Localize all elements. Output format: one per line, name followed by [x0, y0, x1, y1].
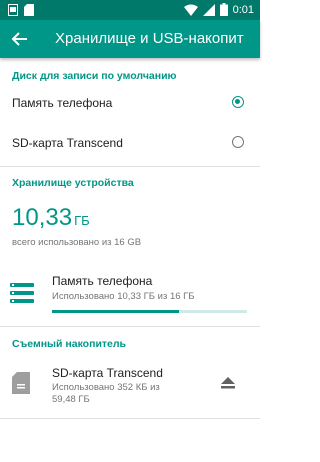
storage-icon	[10, 283, 34, 303]
sd-card-subtitle-line2: 59,48 ГБ	[52, 394, 90, 405]
sd-card-icon	[12, 372, 30, 394]
used-total: 10,33 ГБ	[12, 204, 90, 232]
default-disk-header: Диск для записи по умолчанию	[12, 70, 177, 82]
option-sd-card[interactable]: SD-карта Transcend	[0, 128, 260, 156]
eject-icon[interactable]	[221, 377, 235, 389]
storage-progress-fill	[52, 310, 179, 313]
storage-progress-bar	[52, 310, 247, 313]
option-phone-memory-label: Память телефона	[12, 96, 113, 110]
signal-icon	[202, 3, 215, 16]
divider	[0, 326, 260, 327]
app-toolbar: Хранилище и USB-накопит	[0, 20, 260, 58]
divider	[0, 166, 260, 167]
phone-memory-subtitle: Использовано 10,33 ГБ из 16 ГБ	[52, 291, 195, 302]
radio-sd-card[interactable]	[232, 136, 244, 148]
arrow-back-icon[interactable]	[10, 29, 30, 49]
sd-card-subtitle-line1: Использовано 352 КБ из	[52, 382, 160, 393]
radio-phone-memory[interactable]	[232, 96, 244, 108]
used-caption: всего использовано из 16 GB	[12, 237, 142, 248]
battery-icon	[219, 3, 228, 16]
removable-header: Съемный накопитель	[12, 338, 127, 350]
page-title: Хранилище и USB-накопит	[55, 30, 244, 47]
device-storage-header: Хранилище устройства	[12, 177, 134, 189]
screenshot-icon	[8, 4, 18, 16]
used-unit: ГБ	[74, 213, 90, 228]
phone-memory-title: Память телефона	[52, 274, 153, 288]
used-value: 10,33	[12, 204, 73, 231]
option-phone-memory[interactable]: Память телефона	[0, 88, 260, 116]
sd-icon	[24, 4, 34, 16]
option-sd-card-label: SD-карта Transcend	[12, 136, 123, 150]
status-bar: 0:01	[0, 0, 260, 20]
wifi-icon	[183, 4, 198, 16]
sd-card-title: SD-карта Transcend	[52, 366, 163, 380]
status-time: 0:01	[232, 3, 254, 16]
divider	[0, 418, 260, 419]
